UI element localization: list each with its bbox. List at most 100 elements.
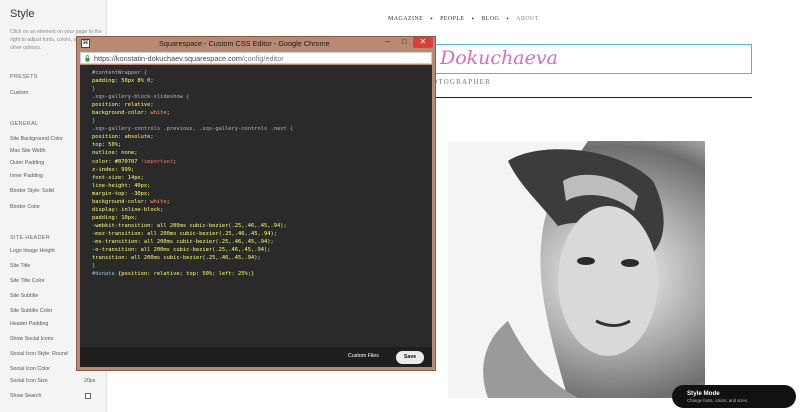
show-search-checkbox[interactable]: [85, 393, 91, 399]
line-gutter-marker: ·: [83, 271, 86, 277]
window-titlebar[interactable]: ⌘ Squarespace - Custom CSS Editor - Goog…: [77, 37, 435, 50]
code-token: #donate: [92, 271, 115, 278]
code-line[interactable]: · background-color: white;: [83, 198, 429, 206]
style-option-custom[interactable]: Custom: [10, 90, 28, 96]
code-token: padding: 10px;: [92, 214, 138, 221]
nav-separator: •: [430, 15, 434, 23]
line-gutter-marker: ·: [83, 70, 86, 75]
maximize-icon[interactable]: □: [396, 37, 413, 48]
code-line[interactable]: · position: absolute;: [83, 133, 429, 141]
section-general: GENERAL: [10, 121, 39, 127]
style-option-social-icon-color[interactable]: Social Icon Color: [10, 366, 50, 372]
section-site-header: SITE HEADER: [10, 235, 50, 241]
social-icon-size-value[interactable]: 20px: [84, 378, 96, 384]
code-line[interactable]: · background-color: white;: [83, 109, 429, 117]
line-gutter-marker: ·: [83, 86, 86, 92]
line-gutter-marker: ·: [83, 126, 86, 132]
code-line[interactable]: · padding: 50px 8% 0;: [83, 77, 429, 85]
style-option-site-subtitle-color[interactable]: Site Subtitle Color: [10, 308, 52, 314]
code-token: ;: [173, 158, 177, 165]
code-line[interactable]: · .sqs-gallery-controls .previous, .sqs-g…: [83, 125, 429, 133]
code-line[interactable]: · transition: all 200ms cubic-bezier(.25,…: [83, 254, 429, 262]
code-line[interactable]: · line-height: 40px;: [83, 182, 429, 190]
code-line[interactable]: · top: 50%;: [83, 141, 429, 149]
code-token: -webkit-transition: all 200ms cubic-bezi…: [92, 222, 287, 229]
code-line[interactable]: · -o-transition: all 200ms cubic-bezier(.…: [83, 246, 429, 254]
code-line[interactable]: · -webkit-transition: all 200ms cubic-bez…: [83, 222, 429, 230]
code-line[interactable]: · -moz-transition: all 200ms cubic-bezier…: [83, 230, 429, 238]
code-line[interactable]: · .sqs-gallery-block-slideshow {: [83, 93, 429, 101]
site-title[interactable]: Dokuchaeva: [440, 47, 558, 69]
code-line[interactable]: · outline: none;: [83, 149, 429, 157]
custom-files-link[interactable]: Custom Files: [348, 353, 379, 359]
code-token: display: inline-block;: [92, 206, 164, 213]
url-host: https://konstatin-dokuchaev.squarespace.…: [94, 54, 242, 63]
code-token: margin-top: -30px;: [92, 190, 151, 197]
code-line[interactable]: · display: inline-block;: [83, 206, 429, 214]
style-mode-badge[interactable]: Style Mode Change fonts, colors, and siz…: [672, 385, 796, 408]
style-option-border-color[interactable]: Border Color: [10, 204, 40, 210]
code-token: position: absolute;: [92, 134, 154, 141]
save-button[interactable]: Save: [396, 351, 424, 364]
style-option-social-icon-size[interactable]: Social Icon Size: [10, 378, 48, 384]
style-option-logo-image-height[interactable]: Logo Image Height: [10, 248, 55, 254]
code-line[interactable]: ·}: [83, 117, 429, 125]
code-line[interactable]: · font-size: 14px;: [83, 174, 429, 182]
style-option-border-style[interactable]: Border Style: Solid: [10, 188, 54, 194]
css-code-editor[interactable]: · #contentWrapper {· padding: 50px 8% 0; ·}…: [80, 65, 432, 367]
code-token: -moz-transition: all 200ms cubic-bezier(…: [92, 230, 277, 237]
code-line[interactable]: · #donate {position: relative; top: 50%; …: [83, 270, 429, 278]
code-line[interactable]: · margin-top: -30px;: [83, 190, 429, 198]
line-gutter-marker: ·: [83, 222, 86, 228]
code-lines[interactable]: · #contentWrapper {· padding: 50px 8% 0; ·}…: [83, 69, 429, 278]
style-option-outer-padding[interactable]: Outer Padding: [10, 160, 44, 166]
code-token: position: relative;: [92, 102, 154, 109]
code-line[interactable]: ·}: [83, 262, 429, 270]
portrait-photo[interactable]: [448, 141, 705, 398]
code-token: ;: [166, 198, 170, 205]
code-line[interactable]: ·}: [83, 85, 429, 93]
style-option-site-title-color[interactable]: Site Title Color: [10, 278, 44, 284]
line-gutter-marker: ·: [83, 255, 86, 261]
code-line[interactable]: · z-index: 999;: [83, 166, 429, 174]
address-bar[interactable]: https://konstatin-dokuchaev.squarespace.…: [80, 52, 432, 64]
line-gutter-marker: ·: [83, 190, 86, 196]
code-token: white: [150, 110, 167, 117]
style-option-site-title[interactable]: Site Title: [10, 263, 30, 269]
code-line[interactable]: · -ms-transition: all 200ms cubic-bezier(…: [83, 238, 429, 246]
style-option-header-padding[interactable]: Header Padding: [10, 321, 48, 327]
line-gutter-marker: ·: [83, 230, 86, 236]
site-subtitle[interactable]: OTOGRAPHER: [432, 78, 491, 86]
style-option-show-social-icons[interactable]: Show Social Icons: [10, 336, 53, 342]
style-option-inner-padding[interactable]: Inner Padding: [10, 173, 43, 179]
code-token: }: [92, 263, 96, 270]
squarespace-logo-icon: ⌘: [81, 39, 90, 48]
section-presets: PRESETS: [10, 74, 38, 80]
nav-link-blog[interactable]: BLOG: [481, 16, 499, 22]
line-gutter-marker: ·: [83, 94, 86, 100]
code-line[interactable]: · #contentWrapper {: [83, 69, 429, 77]
nav-link-people[interactable]: PEOPLE: [440, 16, 464, 22]
code-token: {position: relative; top: 50%; left: 25%…: [114, 271, 255, 278]
window-title: Squarespace - Custom CSS Editor - Google…: [159, 39, 330, 48]
code-token: color: #070707: [92, 158, 141, 165]
nav-link-about[interactable]: ABOUT: [516, 16, 539, 22]
nav-separator: •: [471, 15, 475, 23]
code-line[interactable]: · padding: 10px;: [83, 214, 429, 222]
nav-link-magazine[interactable]: MAGAZINE: [388, 16, 423, 22]
minimize-icon[interactable]: –: [379, 37, 396, 48]
code-line[interactable]: · position: relative;: [83, 101, 429, 109]
close-icon[interactable]: ✕: [413, 37, 433, 48]
line-gutter-marker: ·: [83, 118, 86, 124]
editor-footer: Custom Files Save: [80, 347, 432, 367]
style-option-site-subtitle[interactable]: Site Subtitle: [10, 293, 38, 299]
style-option-social-icon-style[interactable]: Social Icon Style: Round: [10, 351, 68, 357]
style-option-max-site-width[interactable]: Max Site Width: [10, 148, 46, 154]
portrait-illustration: [448, 141, 664, 398]
code-token: #contentWrapper {: [92, 70, 148, 76]
style-option-show-search[interactable]: Show Search: [10, 393, 42, 399]
code-token: -o-transition: all 200ms cubic-bezier(.2…: [92, 247, 271, 254]
line-gutter-marker: ·: [83, 263, 86, 269]
code-line[interactable]: · color: #070707 !important;: [83, 158, 429, 166]
style-option-site-background-color[interactable]: Site Background Color: [10, 136, 63, 142]
